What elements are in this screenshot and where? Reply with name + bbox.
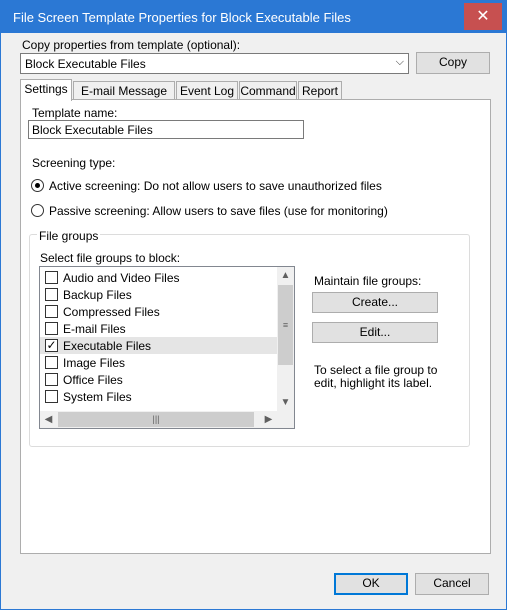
window-title: File Screen Template Properties for Bloc… [13,10,351,25]
scroll-right-icon[interactable]: ▶ [260,411,277,428]
list-item-label: Compressed Files [63,305,160,319]
ok-button[interactable]: OK [334,573,408,595]
active-screening-label[interactable]: Active screening: Do not allow users to … [49,179,382,193]
list-item[interactable]: Image Files [40,354,277,371]
copy-button[interactable]: Copy [416,52,490,74]
tab-email-message[interactable]: E-mail Message [73,81,175,100]
chevron-down-icon: ⌵ [395,56,404,68]
checkbox[interactable] [45,305,58,318]
screening-type-label: Screening type: [32,156,116,170]
check-icon: ✓ [46,338,57,352]
copy-template-value: Block Executable Files [25,57,146,71]
list-item[interactable]: System Files [40,388,277,405]
select-file-groups-label: Select file groups to block: [40,251,181,265]
list-item-label: System Files [63,390,132,404]
vertical-scrollbar[interactable]: ▲ ≡ ▼ [277,267,294,411]
file-groups-list[interactable]: Audio and Video Files Backup Files Compr… [39,266,295,429]
horizontal-scrollbar[interactable]: ◀ ||| ▶ [40,411,277,428]
create-button[interactable]: Create... [312,292,438,313]
close-icon[interactable]: ✕ [464,3,502,30]
checkbox[interactable] [45,373,58,386]
template-name-value: Block Executable Files [32,123,153,137]
list-item[interactable]: ✓ Executable Files [40,337,277,354]
hint-text-line-2: edit, highlight its label. [314,376,433,390]
template-name-input[interactable]: Block Executable Files [28,120,304,139]
list-item[interactable]: Office Files [40,371,277,388]
copy-template-combo[interactable]: Block Executable Files ⌵ [20,53,409,74]
dialog-window: File Screen Template Properties for Bloc… [0,0,507,610]
passive-screening-radio[interactable] [31,204,44,217]
horizontal-scroll-thumb[interactable]: ||| [58,412,254,427]
list-item[interactable]: Audio and Video Files [40,269,277,286]
scroll-corner [277,411,294,428]
tab-command[interactable]: Command [239,81,297,100]
list-item-label: Office Files [63,373,123,387]
checkbox[interactable] [45,390,58,403]
list-item[interactable]: Backup Files [40,286,277,303]
list-item[interactable]: Compressed Files [40,303,277,320]
checkbox-checked[interactable]: ✓ [45,339,58,352]
passive-screening-label[interactable]: Passive screening: Allow users to save f… [49,204,388,218]
tab-event-log[interactable]: Event Log [176,81,238,100]
list-item[interactable]: E-mail Files [40,320,277,337]
file-groups-label: File groups [37,229,101,243]
edit-button[interactable]: Edit... [312,322,438,343]
scroll-up-icon[interactable]: ▲ [277,267,294,284]
maintain-file-groups-label: Maintain file groups: [314,274,422,288]
copy-template-label: Copy properties from template (optional)… [22,38,241,52]
active-screening-radio[interactable] [31,179,44,192]
list-item-label: E-mail Files [63,322,126,336]
list-item-label: Executable Files [63,339,152,353]
checkbox[interactable] [45,322,58,335]
hint-text-line-1: To select a file group to [314,363,438,377]
cancel-button[interactable]: Cancel [415,573,489,595]
checkbox[interactable] [45,356,58,369]
list-item-label: Backup Files [63,288,132,302]
scroll-left-icon[interactable]: ◀ [40,411,57,428]
title-bar[interactable]: File Screen Template Properties for Bloc… [1,1,506,33]
scroll-down-icon[interactable]: ▼ [277,394,294,411]
template-name-label: Template name: [32,106,118,120]
list-item-label: Image Files [63,356,126,370]
tab-settings[interactable]: Settings [20,79,72,101]
checkbox[interactable] [45,288,58,301]
vertical-scroll-thumb[interactable]: ≡ [278,285,293,365]
tab-report[interactable]: Report [298,81,342,100]
list-item-label: Audio and Video Files [63,271,180,285]
checkbox[interactable] [45,271,58,284]
